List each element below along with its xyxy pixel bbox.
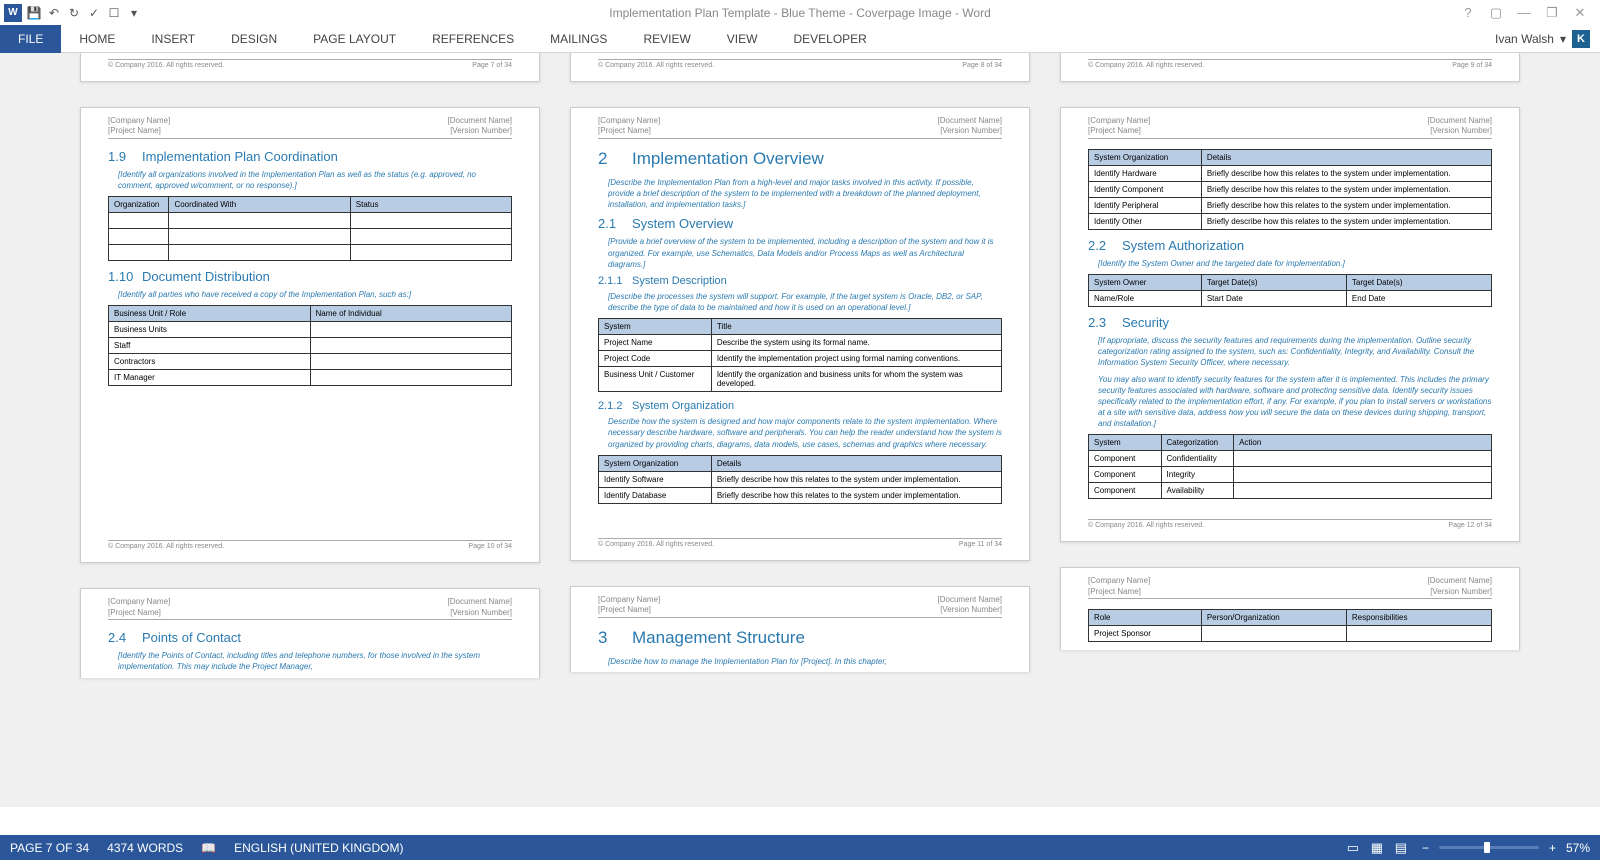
ribbon-tabs: FILE HOME INSERT DESIGN PAGE LAYOUT REFE…: [0, 25, 1600, 53]
user-name: Ivan Walsh: [1495, 32, 1554, 46]
table-roles: RolePerson/OrganizationResponsibilitiesP…: [1088, 609, 1492, 642]
restore-icon[interactable]: ❐: [1542, 3, 1562, 23]
instr-2-1-1: [Describe the processes the system will …: [598, 291, 1002, 313]
minimize-icon[interactable]: —: [1514, 3, 1534, 23]
undo-icon[interactable]: ↶: [46, 5, 62, 21]
document-area[interactable]: © Company 2016. All rights reserved. Page…: [0, 53, 1600, 807]
user-badge[interactable]: K: [1572, 30, 1590, 48]
page-13: [Company Name][Project Name][Document Na…: [80, 588, 540, 677]
titlebar: W 💾 ↶ ↻ ✓ ☐ ▾ Implementation Plan Templa…: [0, 0, 1600, 25]
table-authorization: System OwnerTarget Date(s)Target Date(s)…: [1088, 274, 1492, 307]
document-title: Implementation Plan Template - Blue Them…: [609, 6, 991, 20]
zoom-in-icon[interactable]: +: [1549, 841, 1556, 855]
tab-page-layout[interactable]: PAGE LAYOUT: [295, 25, 414, 53]
tab-mailings[interactable]: MAILINGS: [532, 25, 625, 53]
read-mode-icon[interactable]: ▭: [1342, 839, 1364, 857]
help-icon[interactable]: ?: [1458, 3, 1478, 23]
tab-review[interactable]: REVIEW: [625, 25, 708, 53]
save-icon[interactable]: 💾: [26, 5, 42, 21]
heading-2-1-1: System Description: [632, 275, 727, 287]
tab-design[interactable]: DESIGN: [213, 25, 295, 53]
page-7: © Company 2016. All rights reserved. Page…: [80, 53, 540, 82]
heading-1-10: Document Distribution: [142, 269, 270, 284]
instr-2-1-2: Describe how the system is designed and …: [598, 416, 1002, 450]
page-15: [Company Name][Project Name][Document Na…: [1060, 567, 1520, 650]
page-11: [Company Name][Project Name][Document Na…: [570, 107, 1030, 561]
qat-dropdown-icon[interactable]: ▾: [126, 5, 142, 21]
instr-2-2: [Identify the System Owner and the targe…: [1088, 258, 1492, 269]
print-layout-icon[interactable]: ▦: [1366, 839, 1388, 857]
instr-1-9: [Identify all organizations involved in …: [108, 169, 512, 191]
instr-2-3b: You may also want to identify security f…: [1088, 374, 1492, 430]
instr-2: [Describe the Implementation Plan from a…: [598, 177, 1002, 211]
tab-view[interactable]: VIEW: [709, 25, 776, 53]
table-coordination: OrganizationCoordinated WithStatus: [108, 196, 512, 261]
heading-2: Implementation Overview: [632, 149, 824, 168]
spell-icon[interactable]: ✓: [86, 5, 102, 21]
status-page[interactable]: PAGE 7 OF 34: [10, 841, 89, 855]
footer-page: Page 7 of 34: [472, 62, 512, 69]
table-system-org: System OrganizationDetailsIdentify Softw…: [598, 455, 1002, 504]
user-dropdown-icon[interactable]: ▾: [1560, 32, 1566, 46]
heading-2-2: System Authorization: [1122, 238, 1244, 253]
page-12: [Company Name][Project Name][Document Na…: [1060, 107, 1520, 542]
page-14: [Company Name][Project Name][Document Na…: [570, 586, 1030, 672]
page-8: © Company 2016. All rights reserved.Page…: [570, 53, 1030, 82]
instr-3: [Describe how to manage the Implementati…: [598, 656, 1002, 667]
statusbar: PAGE 7 OF 34 4374 WORDS 📖 ENGLISH (UNITE…: [0, 835, 1600, 860]
tab-home[interactable]: HOME: [61, 25, 133, 53]
user-area[interactable]: Ivan Walsh ▾ K: [1495, 30, 1590, 48]
heading-1-9: Implementation Plan Coordination: [142, 149, 338, 164]
tab-references[interactable]: REFERENCES: [414, 25, 532, 53]
zoom-slider[interactable]: [1439, 846, 1539, 849]
web-layout-icon[interactable]: ▤: [1390, 839, 1412, 857]
tab-developer[interactable]: DEVELOPER: [775, 25, 884, 53]
page-9: © Company 2016. All rights reserved.Page…: [1060, 53, 1520, 82]
heading-2-1-2: System Organization: [632, 400, 734, 412]
page-10: [Company Name][Project Name][Document Na…: [80, 107, 540, 563]
table-security: SystemCategorizationActionComponentConfi…: [1088, 434, 1492, 499]
zoom-value[interactable]: 57%: [1566, 841, 1590, 855]
footer-copy: © Company 2016. All rights reserved.: [108, 62, 224, 69]
quick-access-toolbar: W 💾 ↶ ↻ ✓ ☐ ▾: [0, 4, 142, 22]
view-buttons: ▭ ▦ ▤: [1342, 839, 1412, 857]
heading-3: Management Structure: [632, 628, 805, 647]
tab-file[interactable]: FILE: [0, 25, 61, 53]
proof-icon[interactable]: 📖: [201, 841, 216, 855]
instr-2-1: [Provide a brief overview of the system …: [598, 236, 1002, 270]
word-icon: W: [4, 4, 22, 22]
redo-icon[interactable]: ↻: [66, 5, 82, 21]
heading-2-3: Security: [1122, 315, 1169, 330]
heading-2-4: Points of Contact: [142, 630, 241, 645]
table-system-desc: SystemTitleProject NameDescribe the syst…: [598, 318, 1002, 392]
ribbon-options-icon[interactable]: ▢: [1486, 3, 1506, 23]
instr-2-4: [Identify the Points of Contact, includi…: [108, 650, 512, 672]
status-words[interactable]: 4374 WORDS: [107, 841, 183, 855]
window-controls: ? ▢ — ❐ ✕: [1458, 3, 1600, 23]
tab-insert[interactable]: INSERT: [133, 25, 213, 53]
instr-1-10: [Identify all parties who have received …: [108, 289, 512, 300]
table-distribution: Business Unit / RoleName of IndividualBu…: [108, 305, 512, 386]
status-language[interactable]: ENGLISH (UNITED KINGDOM): [234, 841, 403, 855]
instr-2-3a: [If appropriate, discuss the security fe…: [1088, 335, 1492, 369]
heading-2-1: System Overview: [632, 216, 733, 231]
table-system-org-2: System OrganizationDetailsIdentify Hardw…: [1088, 149, 1492, 230]
zoom-out-icon[interactable]: −: [1422, 841, 1429, 855]
touch-icon[interactable]: ☐: [106, 5, 122, 21]
close-icon[interactable]: ✕: [1570, 3, 1590, 23]
